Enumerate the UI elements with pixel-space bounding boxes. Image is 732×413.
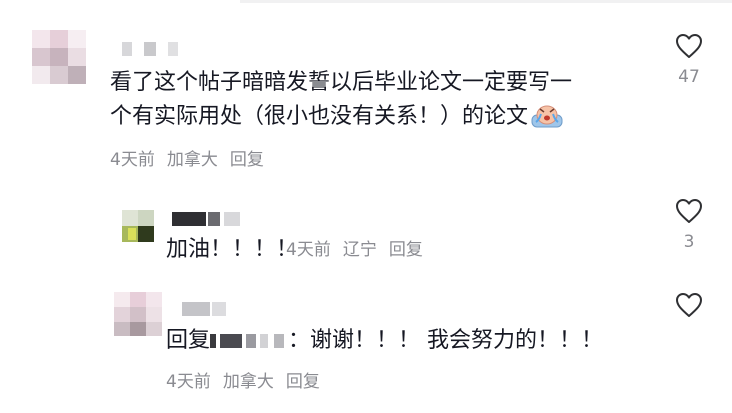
like-count: 3 [683, 232, 695, 252]
heart-icon [676, 34, 702, 58]
avatar[interactable] [114, 292, 162, 336]
heart-icon [676, 199, 702, 223]
mention-redacted[interactable] [210, 327, 288, 353]
comment-location: 辽宁 [342, 240, 377, 260]
reply-button[interactable]: 回复 [286, 372, 320, 392]
like-button[interactable]: 47 [672, 33, 706, 87]
comment-location: 加拿大 [222, 372, 274, 392]
crying-face-emoji [530, 103, 564, 140]
comment-meta: 4天前 加拿大 回复 [110, 149, 264, 171]
comment-text: 看了这个帖子暗暗发誓以后毕业论文一定要写一 个有实际用处（很小也没有关系！）的论… [110, 66, 572, 140]
avatar[interactable] [32, 30, 86, 84]
like-button[interactable] [672, 292, 706, 318]
username-redacted[interactable] [122, 42, 192, 56]
username-redacted[interactable] [182, 302, 242, 316]
comment-time: 4天前 [166, 372, 211, 392]
reply-button[interactable]: 回复 [230, 150, 264, 170]
comment-time: 4天前 [110, 150, 155, 170]
username-redacted[interactable] [172, 212, 242, 226]
like-button[interactable]: 3 [672, 198, 706, 252]
comment-text: 回复 ：谢谢！！！ 我会努力的！！！ [166, 327, 604, 353]
top-divider [240, 0, 732, 3]
reply-button[interactable]: 回复 [389, 240, 423, 260]
reply-prefix: 回复 [166, 328, 211, 353]
comment-meta: 4天前 加拿大 回复 [166, 371, 320, 393]
comment-meta: 4天前 辽宁 回复 [286, 239, 423, 261]
comment-location: 加拿大 [166, 150, 218, 170]
like-count: 47 [678, 67, 700, 87]
comment-time: 4天前 [286, 240, 331, 260]
heart-icon [676, 293, 702, 317]
avatar[interactable] [122, 210, 154, 242]
comment-text: 加油！！！！ [166, 237, 299, 262]
